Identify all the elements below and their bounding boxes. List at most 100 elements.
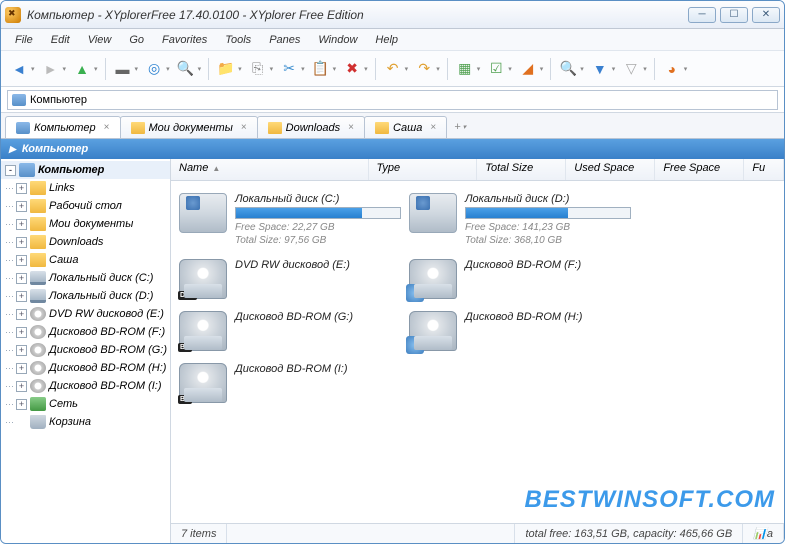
tree-item[interactable]: ⋯+Дисковод BD-ROM (I:): [1, 377, 170, 395]
tab-downloads[interactable]: Downloads×: [257, 116, 365, 138]
dropdown-icon[interactable]: ▾: [63, 65, 67, 73]
close-button[interactable]: ✕: [752, 7, 780, 23]
tree-item[interactable]: ⋯+Мои документы: [1, 215, 170, 233]
dropdown-icon[interactable]: ▾: [684, 65, 688, 73]
menu-favorites[interactable]: Favorites: [154, 32, 215, 48]
dropdown-icon[interactable]: ▾: [333, 65, 337, 73]
column-fu[interactable]: Fu: [744, 159, 784, 180]
pie-icon[interactable]: ◕: [660, 57, 684, 81]
expand-icon[interactable]: +: [16, 237, 27, 248]
expand-icon[interactable]: +: [16, 381, 27, 392]
maximize-button[interactable]: ☐: [720, 7, 748, 23]
expand-icon[interactable]: +: [16, 399, 27, 410]
drive-item[interactable]: BDДисковод BD-ROM (H:): [405, 307, 635, 355]
dropdown-icon[interactable]: ▾: [301, 65, 305, 73]
dropdown-icon[interactable]: ▾: [198, 65, 202, 73]
tree-item[interactable]: ⋯+Локальный диск (C:): [1, 269, 170, 287]
expand-icon[interactable]: -: [5, 165, 16, 176]
back-icon[interactable]: ◄: [7, 57, 31, 81]
tab-close-icon[interactable]: ×: [430, 122, 436, 133]
dropdown-icon[interactable]: ▾: [436, 65, 440, 73]
nofilter-icon[interactable]: ▽: [619, 57, 643, 81]
tree-item[interactable]: ⋯+Рабочий стол: [1, 197, 170, 215]
zoom-icon[interactable]: 🔍: [174, 57, 198, 81]
expand-icon[interactable]: +: [16, 255, 27, 266]
tree-item[interactable]: ⋯+Дисковод BD-ROM (G:): [1, 341, 170, 359]
dropdown-icon[interactable]: ▾: [238, 65, 242, 73]
drive-item[interactable]: BDДисковод BD-ROM (I:): [175, 359, 405, 407]
menu-file[interactable]: File: [7, 32, 41, 48]
address-field[interactable]: Компьютер: [7, 90, 778, 110]
dropdown-icon[interactable]: ▾: [580, 65, 584, 73]
column-used-space[interactable]: Used Space: [566, 159, 655, 180]
delete-icon[interactable]: ✖: [340, 57, 364, 81]
tree-item[interactable]: -Компьютер: [1, 161, 170, 179]
copy-icon[interactable]: ⎘: [246, 57, 270, 81]
dropdown-icon[interactable]: ▾: [540, 65, 544, 73]
expand-icon[interactable]: +: [16, 201, 27, 212]
menu-tools[interactable]: Tools: [217, 32, 259, 48]
undo-icon[interactable]: ↶: [381, 57, 405, 81]
new-tab-button[interactable]: + ▾: [446, 116, 476, 138]
expand-icon[interactable]: +: [16, 345, 27, 356]
tree-item[interactable]: ⋯+DVD RW дисковод (E:): [1, 305, 170, 323]
dropdown-icon[interactable]: ▾: [31, 65, 35, 73]
drive-item[interactable]: Локальный диск (C:)Free Space: 22,27 GBT…: [175, 189, 405, 251]
target-icon[interactable]: ◎: [142, 57, 166, 81]
tree-item[interactable]: ⋯+Downloads: [1, 233, 170, 251]
pizza-icon[interactable]: ◢: [516, 57, 540, 81]
desktop-icon[interactable]: ▬: [111, 57, 135, 81]
tab-close-icon[interactable]: ×: [241, 122, 247, 133]
breadcrumb[interactable]: ▶ Компьютер: [1, 139, 784, 159]
filter-icon[interactable]: ▼: [588, 57, 612, 81]
dropdown-icon[interactable]: ▾: [270, 65, 274, 73]
tree-item[interactable]: ⋯+Саша: [1, 251, 170, 269]
menu-edit[interactable]: Edit: [43, 32, 78, 48]
check-icon[interactable]: ☑: [484, 57, 508, 81]
tab-close-icon[interactable]: ×: [104, 122, 110, 133]
expand-icon[interactable]: +: [16, 219, 27, 230]
dropdown-icon[interactable]: ▾: [166, 65, 170, 73]
folder-tree[interactable]: -Компьютер⋯+Links⋯+Рабочий стол⋯+Мои док…: [1, 159, 171, 543]
tab-компьютер[interactable]: Компьютер×: [5, 116, 121, 138]
column-header[interactable]: Name▲TypeTotal SizeUsed SpaceFree SpaceF…: [171, 159, 784, 181]
item-grid[interactable]: Локальный диск (C:)Free Space: 22,27 GBT…: [171, 181, 784, 523]
tree-item[interactable]: ⋯Корзина: [1, 413, 170, 431]
drive-item[interactable]: BDДисковод BD-ROM (F:): [405, 255, 635, 303]
tree-item[interactable]: ⋯+Дисковод BD-ROM (F:): [1, 323, 170, 341]
tree-item[interactable]: ⋯+Дисковод BD-ROM (H:): [1, 359, 170, 377]
column-total-size[interactable]: Total Size: [477, 159, 566, 180]
dropdown-icon[interactable]: ▾: [508, 65, 512, 73]
column-free-space[interactable]: Free Space: [655, 159, 744, 180]
expand-icon[interactable]: +: [16, 309, 27, 320]
dropdown-icon[interactable]: ▾: [94, 65, 98, 73]
dropdown-icon[interactable]: ▾: [364, 65, 368, 73]
dropdown-icon[interactable]: ▾: [612, 65, 616, 73]
drive-item[interactable]: BDДисковод BD-ROM (G:): [175, 307, 405, 355]
drive-item[interactable]: Локальный диск (D:)Free Space: 141,23 GB…: [405, 189, 635, 251]
minimize-button[interactable]: ─: [688, 7, 716, 23]
column-type[interactable]: Type: [369, 159, 478, 180]
forward-icon[interactable]: ►: [39, 57, 63, 81]
select-icon[interactable]: ▦: [453, 57, 477, 81]
find-icon[interactable]: 🔍: [556, 57, 580, 81]
dropdown-icon[interactable]: ▾: [405, 65, 409, 73]
tab-саша[interactable]: Саша×: [364, 116, 447, 138]
menu-help[interactable]: Help: [367, 32, 406, 48]
new-folder-icon[interactable]: 📁: [214, 57, 238, 81]
expand-icon[interactable]: +: [16, 327, 27, 338]
expand-icon[interactable]: +: [16, 183, 27, 194]
tree-item[interactable]: ⋯+Сеть: [1, 395, 170, 413]
dropdown-icon[interactable]: ▾: [135, 65, 139, 73]
up-icon[interactable]: ▲: [70, 57, 94, 81]
redo-icon[interactable]: ↷: [412, 57, 436, 81]
cut-icon[interactable]: ✂: [277, 57, 301, 81]
tree-item[interactable]: ⋯+Локальный диск (D:): [1, 287, 170, 305]
dropdown-icon[interactable]: ▾: [477, 65, 481, 73]
menu-view[interactable]: View: [80, 32, 120, 48]
column-name[interactable]: Name▲: [171, 159, 369, 180]
tab-close-icon[interactable]: ×: [348, 122, 354, 133]
paste-icon[interactable]: 📋: [309, 57, 333, 81]
expand-icon[interactable]: +: [16, 363, 27, 374]
menu-window[interactable]: Window: [310, 32, 365, 48]
